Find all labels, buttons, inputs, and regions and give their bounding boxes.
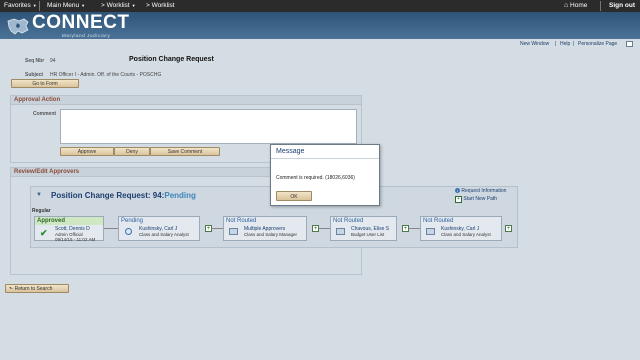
- approval-step-pending: Pending Kushinsky, Carl J Class and Sala…: [118, 216, 200, 241]
- request-title-text: Position Change Request: 94:: [51, 191, 165, 200]
- approval-step-not-routed: Not Routed Multiple Approvers Class and …: [223, 216, 307, 241]
- user-icon: [426, 228, 435, 235]
- multiple-approvers-icon: [229, 228, 238, 235]
- approver-role: Class and Salary Analyst: [139, 232, 189, 237]
- approver-role: Class and Salary Analyst: [441, 232, 491, 237]
- maryland-map-icon: [7, 18, 29, 35]
- return-icon: ⬑: [9, 286, 14, 292]
- insert-approver-icon[interactable]: +: [205, 225, 212, 232]
- main-menu-label: Main Menu: [47, 2, 80, 9]
- insert-approver-icon[interactable]: +: [312, 225, 319, 232]
- favorites-label: Favorites: [4, 2, 31, 9]
- approval-action-header: Approval Action: [11, 96, 361, 105]
- chevron-down-icon: ▼: [32, 3, 37, 8]
- menu-divider: [39, 1, 40, 11]
- approver-role: Budget User List: [351, 232, 385, 237]
- chevron-down-icon: ▼: [81, 3, 86, 8]
- comment-textarea[interactable]: [60, 109, 357, 144]
- subject-value: HR Officer I - Admin. Off. of the Courts…: [50, 72, 162, 78]
- page-title: Position Change Request: [129, 56, 214, 63]
- app-banner: CONNECT Maryland Judiciary: [0, 12, 640, 39]
- request-information-link[interactable]: i Request Information: [455, 188, 506, 194]
- home-link[interactable]: ⌂ Home: [564, 2, 587, 9]
- user-icon: [336, 228, 345, 235]
- new-window-link[interactable]: New Window: [520, 41, 549, 47]
- main-menu[interactable]: Main Menu ▼: [47, 2, 85, 9]
- worklist-breadcrumb[interactable]: > Worklist: [146, 2, 175, 9]
- util-divider: |: [573, 41, 575, 47]
- step-status: Not Routed: [226, 218, 257, 224]
- dialog-message: Comment is required. (18026,6036): [276, 175, 355, 181]
- checkmark-icon: ✔: [40, 228, 48, 238]
- sign-out-label: Sign out: [609, 2, 635, 9]
- add-path-icon: +: [455, 196, 462, 203]
- collapse-arrow-icon[interactable]: ▼: [36, 192, 42, 198]
- seq-label: Seq Nbr: [25, 58, 45, 64]
- go-to-form-button[interactable]: Go to Form: [11, 79, 79, 88]
- request-title: Position Change Request: 94:Pending: [51, 191, 196, 200]
- favorites-menu[interactable]: Favorites ▼: [4, 2, 37, 9]
- worklist-label: Worklist: [151, 2, 175, 9]
- subject-label: Subject: [25, 72, 44, 78]
- page-settings-icon[interactable]: [626, 41, 633, 47]
- path-connector: [319, 228, 330, 229]
- return-to-search-label: Return to Search: [14, 286, 53, 292]
- brand-name: CONNECT: [32, 12, 130, 33]
- chevron-down-icon: ▼: [131, 3, 136, 8]
- return-to-search-button[interactable]: ⬑ Return to Search: [5, 284, 69, 293]
- request-information-label: Request Information: [461, 188, 507, 194]
- approval-step-approved: Approved ✔ Scott, Dennis D Admin Officia…: [34, 216, 104, 242]
- message-dialog: Message Comment is required. (18026,6036…: [270, 144, 380, 206]
- brand-subtitle: Maryland Judiciary: [62, 33, 111, 38]
- approve-button[interactable]: Approve: [60, 147, 114, 156]
- save-comment-button[interactable]: Save Comment: [150, 147, 220, 156]
- insert-approver-icon[interactable]: +: [505, 225, 512, 232]
- comment-label: Comment: [33, 111, 57, 117]
- util-divider: |: [555, 41, 557, 47]
- insert-approver-icon[interactable]: +: [402, 225, 409, 232]
- seq-value: 94: [50, 58, 56, 64]
- top-navigation-bar: Favorites ▼ Main Menu ▼ > Worklist ▼ > Work…: [0, 0, 640, 12]
- info-icon: i: [455, 188, 460, 193]
- step-status: Not Routed: [333, 218, 364, 224]
- path-connector: [212, 228, 223, 229]
- menu-divider: [600, 1, 601, 11]
- path-connector: [409, 228, 420, 229]
- request-status: Pending: [164, 191, 196, 200]
- approval-step-not-routed: Not Routed Kushinsky, Carl J Class and S…: [420, 216, 502, 241]
- step-status: Not Routed: [423, 218, 454, 224]
- help-link[interactable]: Help: [560, 41, 570, 47]
- ok-button[interactable]: OK: [276, 191, 312, 201]
- path-label: Regular: [32, 208, 51, 214]
- step-status: Pending: [121, 218, 144, 224]
- home-label: Home: [570, 2, 588, 9]
- clock-icon: [125, 228, 132, 235]
- personalize-page-link[interactable]: Personalize Page: [578, 41, 617, 47]
- dialog-title: Message: [271, 145, 379, 159]
- start-new-path-label: Start New Path: [463, 196, 498, 202]
- approver-role: Class and Salary Manager: [244, 232, 298, 237]
- worklist-menu[interactable]: > Worklist ▼: [101, 2, 136, 9]
- path-connector: [104, 228, 118, 229]
- approval-step-not-routed: Not Routed Chavous, Elise S Budget User …: [330, 216, 397, 241]
- home-icon: ⌂: [564, 2, 569, 9]
- worklist-menu-label: Worklist: [106, 2, 130, 9]
- start-new-path-link[interactable]: + Start New Path: [455, 196, 497, 203]
- deny-button[interactable]: Deny: [114, 147, 150, 156]
- step-status: Approved: [35, 217, 103, 225]
- approval-timestamp: 09/14/15 - 11:02 AM: [55, 237, 96, 242]
- sign-out-link[interactable]: Sign out: [609, 2, 635, 9]
